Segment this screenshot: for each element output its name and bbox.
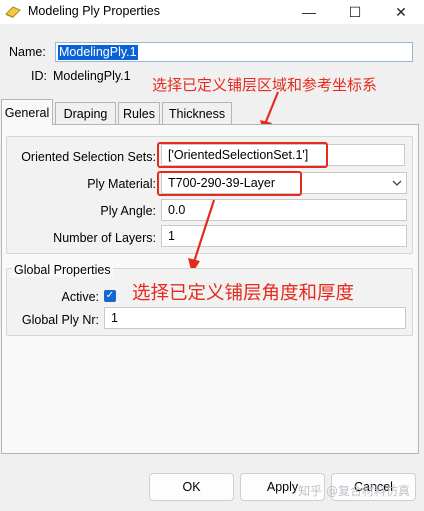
highlight-oriented-sets: [157, 142, 328, 168]
active-checkbox[interactable]: ✓: [104, 290, 116, 302]
id-value: ModelingPly.1: [53, 69, 131, 83]
annotation-arrow-icon: [188, 199, 216, 274]
chevron-down-icon[interactable]: [392, 179, 402, 187]
close-icon: ✕: [395, 3, 407, 20]
name-value: ModelingPly.1: [58, 45, 138, 60]
minimize-icon: —: [302, 4, 316, 20]
ok-button[interactable]: OK: [149, 473, 234, 501]
name-input[interactable]: ModelingPly.1: [55, 42, 413, 62]
tab-general[interactable]: General: [1, 99, 53, 125]
annotation-angle-text: 选择已定义铺层角度和厚度: [132, 283, 355, 304]
oriented-sets-label: Oriented Selection Sets:: [21, 150, 156, 164]
highlight-ply-material: [157, 171, 302, 196]
num-layers-label: Number of Layers:: [53, 231, 156, 245]
maximize-button[interactable]: ☐: [332, 0, 378, 24]
global-ply-nr-label: Global Ply Nr:: [21, 313, 99, 327]
ply-angle-label: Ply Angle:: [100, 204, 156, 218]
maximize-icon: ☐: [348, 3, 362, 20]
watermark: 知乎 @复合材料仿真: [298, 484, 410, 498]
ply-material-label: Ply Material:: [87, 177, 156, 191]
tab-rules[interactable]: Rules: [118, 102, 160, 124]
close-button[interactable]: ✕: [378, 0, 424, 24]
minimize-button[interactable]: —: [286, 0, 332, 24]
global-properties-title: Global Properties: [12, 263, 113, 277]
active-label: Active:: [61, 290, 99, 304]
name-label: Name:: [9, 45, 46, 59]
global-ply-nr-field[interactable]: 1: [104, 307, 406, 329]
app-icon: [5, 6, 21, 18]
window-title: Modeling Ply Properties: [28, 4, 161, 18]
id-label: ID:: [31, 69, 47, 83]
tab-thickness[interactable]: Thickness: [162, 102, 232, 124]
tab-draping[interactable]: Draping: [55, 102, 116, 124]
